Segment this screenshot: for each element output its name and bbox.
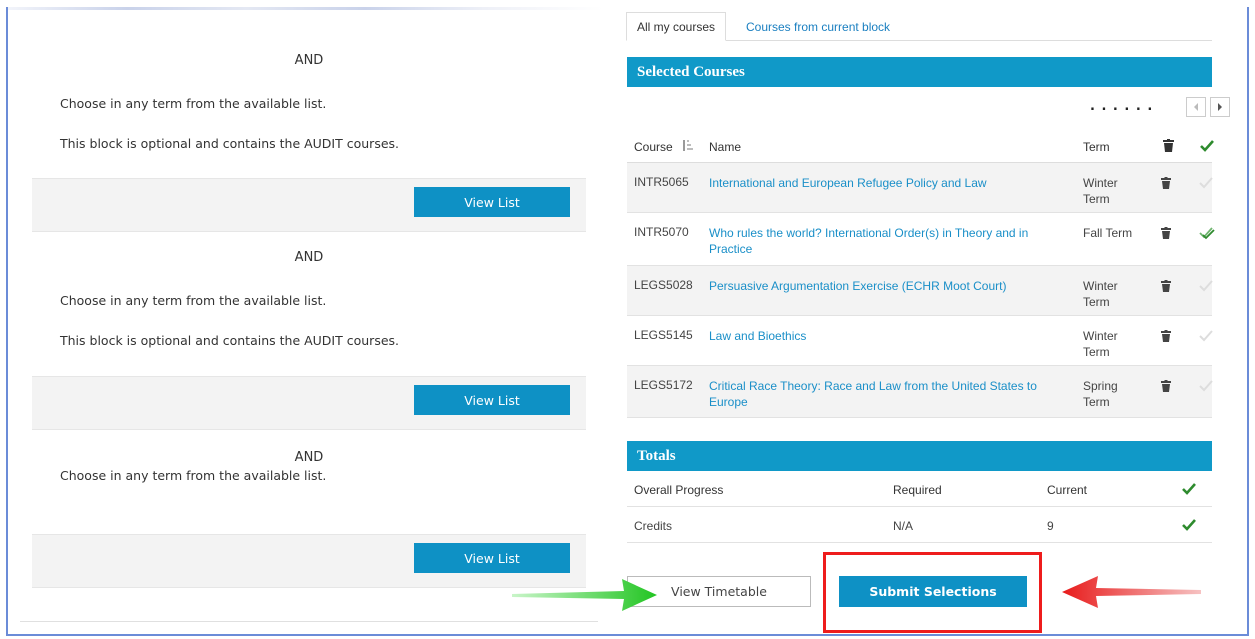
check-icon[interactable] <box>1199 330 1213 342</box>
top-fade-bar <box>8 7 603 10</box>
view-list-button[interactable]: View List <box>414 385 570 415</box>
course-name-link[interactable]: Law and Bioethics <box>709 328 1059 344</box>
and-separator: AND <box>294 250 324 265</box>
chevron-left-icon <box>1194 103 1198 111</box>
block-description: This block is optional and contains the … <box>60 333 400 348</box>
course-term: Winter Term <box>1083 279 1118 309</box>
course-term: Winter Term <box>1083 329 1118 359</box>
tab-all-my-courses[interactable]: All my courses <box>626 12 727 41</box>
table-header-row: Course Name Term <box>627 130 1214 163</box>
view-list-button[interactable]: View List <box>414 543 570 573</box>
block-action-bar: View List <box>32 376 586 430</box>
check-icon[interactable] <box>1199 177 1213 189</box>
check-icon[interactable] <box>1199 380 1213 392</box>
course-term: Fall Term <box>1083 226 1133 240</box>
and-separator: AND <box>294 450 324 465</box>
red-arrow-icon <box>1062 576 1201 608</box>
totals-row-credits: Credits N/A 9 <box>627 507 1212 543</box>
course-name-link[interactable]: Who rules the world? International Order… <box>709 225 1059 257</box>
table-row: LEGS5145 Law and Bioethics Winter Term <box>627 316 1213 366</box>
table-row: LEGS5172 Critical Race Theory: Race and … <box>627 366 1213 418</box>
credits-label: Credits <box>634 519 673 533</box>
block-action-bar: View List <box>32 534 586 588</box>
required-label: Required <box>893 483 942 497</box>
block-instruction: Choose in any term from the available li… <box>60 96 327 111</box>
trash-icon <box>1163 139 1174 152</box>
chevron-right-icon <box>1218 103 1222 111</box>
credits-current: 9 <box>1047 519 1054 533</box>
selected-courses-header: Selected Courses <box>627 57 1212 87</box>
course-code: LEGS5172 <box>634 378 693 392</box>
course-name-link[interactable]: International and European Refugee Polic… <box>709 175 1059 191</box>
check-icon <box>1182 483 1196 495</box>
submit-selections-button[interactable]: Submit Selections <box>839 576 1027 607</box>
block-instruction: Choose in any term from the available li… <box>60 293 327 308</box>
block-instruction: Choose in any term from the available li… <box>60 468 327 483</box>
check-icon <box>1200 140 1214 152</box>
trash-icon[interactable] <box>1161 330 1171 342</box>
double-check-icon[interactable] <box>1199 226 1215 240</box>
sort-icon[interactable] <box>682 139 694 152</box>
overall-progress-label: Overall Progress <box>634 483 724 497</box>
current-label: Current <box>1047 483 1088 497</box>
course-code: LEGS5028 <box>634 278 693 292</box>
block-action-bar: View List <box>32 178 586 232</box>
check-icon <box>1182 519 1196 531</box>
trash-icon[interactable] <box>1161 280 1171 292</box>
divider <box>20 621 598 622</box>
view-list-button[interactable]: View List <box>414 187 570 217</box>
totals-header: Totals <box>627 441 1212 471</box>
column-header-course[interactable]: Course <box>634 140 673 154</box>
trash-icon[interactable] <box>1161 380 1171 392</box>
table-row: INTR5070 Who rules the world? Internatio… <box>627 213 1215 266</box>
and-separator: AND <box>294 53 324 68</box>
trash-icon[interactable] <box>1161 227 1171 239</box>
check-icon[interactable] <box>1199 280 1213 292</box>
pager-dots: . . . . . . <box>1090 98 1154 114</box>
block-description: This block is optional and contains the … <box>60 136 400 151</box>
green-arrow-icon <box>512 579 657 611</box>
course-code: INTR5070 <box>634 225 689 239</box>
table-row: LEGS5028 Persuasive Argumentation Exerci… <box>627 266 1213 316</box>
column-header-term: Term <box>1083 140 1110 154</box>
course-name-link[interactable]: Persuasive Argumentation Exercise (ECHR … <box>709 278 1059 294</box>
course-term: Winter Term <box>1083 176 1118 206</box>
credits-required: N/A <box>893 519 914 533</box>
pager-prev-button[interactable] <box>1186 97 1206 117</box>
course-tabs: All my courses Courses from current bloc… <box>626 12 1212 41</box>
table-row: INTR5065 International and European Refu… <box>627 163 1213 213</box>
trash-icon[interactable] <box>1161 177 1171 189</box>
course-code: LEGS5145 <box>634 328 693 342</box>
course-code: INTR5065 <box>634 175 689 189</box>
pager-next-button[interactable] <box>1210 97 1230 117</box>
column-header-name: Name <box>709 140 742 154</box>
tab-courses-from-current-block[interactable]: Courses from current block <box>736 12 900 41</box>
totals-header-row: Overall Progress Required Current <box>627 471 1212 507</box>
course-term: Spring Term <box>1083 379 1118 409</box>
course-name-link[interactable]: Critical Race Theory: Race and Law from … <box>709 378 1059 410</box>
